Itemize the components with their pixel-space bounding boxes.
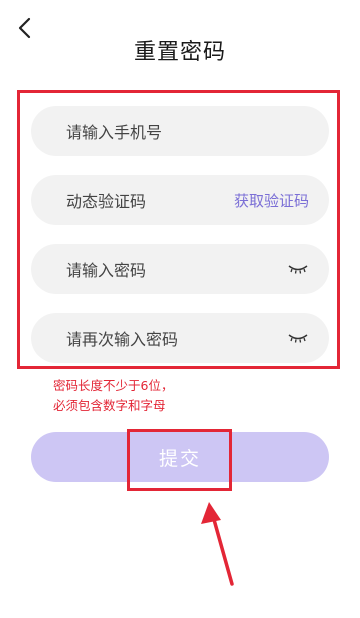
arrow-up-left-icon (201, 502, 234, 586)
eye-closed-icon[interactable] (287, 262, 309, 276)
verification-code-input[interactable]: 动态验证码 获取验证码 (31, 175, 329, 225)
page-title: 重置密码 (133, 40, 226, 65)
password-rule-hint: 密码长度不少于6位， 必须包含数字和字母 (53, 376, 173, 416)
confirm-password-input[interactable]: 请再次输入密码 (31, 313, 329, 363)
hint-line-2: 必须包含数字和字母 (53, 398, 166, 413)
confirm-password-placeholder: 请再次输入密码 (66, 330, 179, 349)
phone-placeholder: 请输入手机号 (66, 123, 163, 142)
password-placeholder: 请输入密码 (66, 261, 147, 280)
get-code-button[interactable]: 获取验证码 (234, 190, 309, 211)
password-input[interactable]: 请输入密码 (31, 244, 329, 294)
code-placeholder: 动态验证码 (66, 192, 147, 211)
hint-line-1: 密码长度不少于6位， (53, 378, 174, 393)
phone-input[interactable]: 请输入手机号 (31, 106, 329, 156)
annotation-box-submit (127, 429, 232, 491)
eye-closed-icon[interactable] (287, 331, 309, 345)
